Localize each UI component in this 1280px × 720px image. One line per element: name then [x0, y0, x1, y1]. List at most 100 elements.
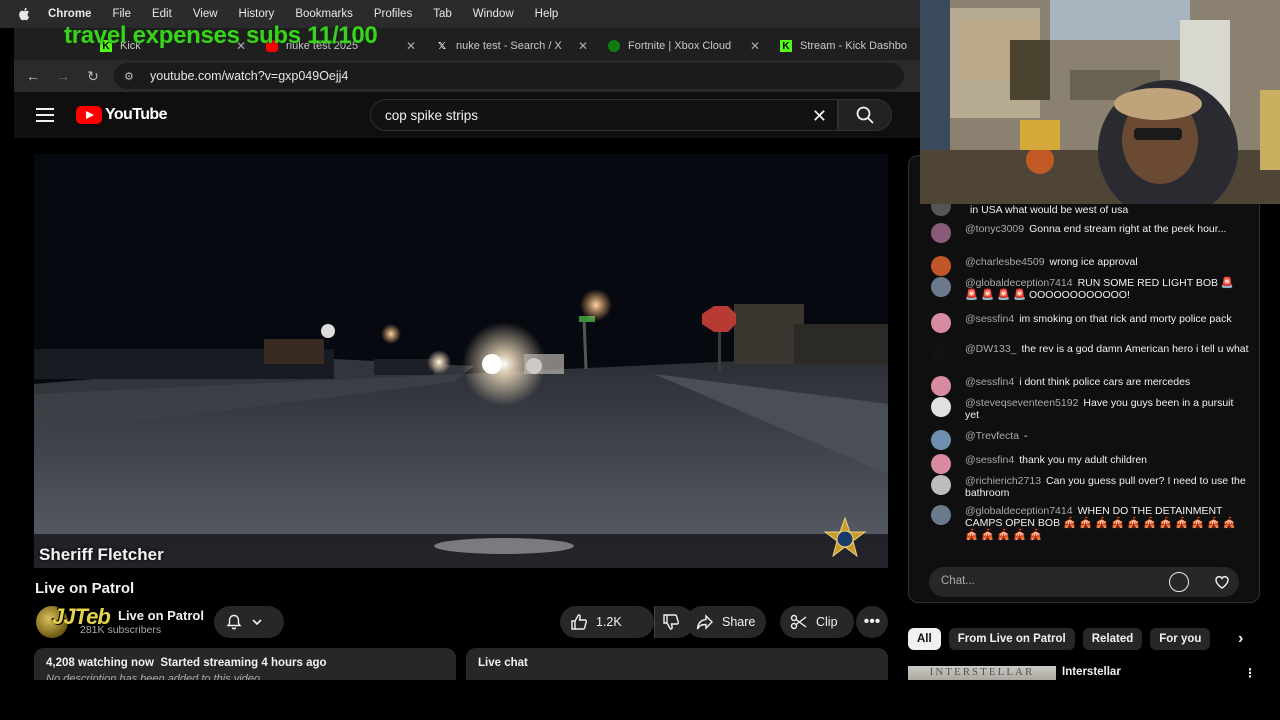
menu-profiles[interactable]: Profiles: [374, 8, 412, 20]
chat-avatar: [931, 475, 951, 495]
chat-author[interactable]: @globaldeception7414: [965, 505, 1073, 517]
chat-message: @globaldeception7414 RUN SOME RED LIGHT B…: [929, 277, 1249, 301]
chat-avatar: [931, 256, 951, 276]
chat-message: @sessfin4 im smoking on that rick and mor…: [929, 313, 1249, 333]
chat-text: Gonna end stream right at the peek hour.…: [1029, 223, 1227, 235]
tab-xbox-cloud[interactable]: Fortnite | Xbox Cloud ✕: [598, 32, 770, 60]
share-icon: [696, 614, 713, 630]
chat-avatar: [931, 313, 951, 333]
menu-bookmarks[interactable]: Bookmarks: [295, 8, 353, 20]
share-label: Share: [722, 615, 756, 629]
back-arrow-icon[interactable]: ←: [18, 68, 48, 84]
channel-row: JJTeb Live on Patrol 281K subscribers 1.…: [34, 604, 888, 640]
live-chat-label: Live chat: [478, 657, 528, 669]
chat-author[interactable]: @sessfin4: [965, 313, 1014, 325]
chat-message: @richierich2713 Can you guess pull over? …: [929, 475, 1249, 499]
chip-related[interactable]: Related: [1082, 628, 1143, 650]
search-input[interactable]: cop spike strips ✕: [370, 99, 838, 131]
streamer-webcam-scene: [920, 0, 1280, 204]
chat-text: the rev is a god damn American hero i te…: [1021, 343, 1249, 355]
close-icon[interactable]: ✕: [570, 39, 588, 53]
chat-message: @Trevfecta -: [929, 430, 1249, 450]
chat-avatar: [931, 223, 951, 243]
search-query: cop spike strips: [385, 107, 479, 123]
video-title: Live on Patrol: [35, 580, 135, 597]
notification-bell-button[interactable]: [214, 606, 284, 638]
emoji-icon[interactable]: [1169, 572, 1189, 592]
video-player[interactable]: Sheriff Fletcher: [34, 154, 888, 568]
bell-icon: [226, 614, 242, 630]
chat-text: in USA what would be west of usa: [970, 204, 1129, 216]
chat-author[interactable]: @sessfin4: [965, 454, 1014, 466]
menu-app-chrome[interactable]: Chrome: [48, 8, 91, 20]
tab-x-search[interactable]: 𝕏 nuke test - Search / X ✕: [426, 32, 598, 60]
chip-all[interactable]: All: [908, 628, 941, 650]
chat-avatar: [931, 397, 951, 417]
recommendation-thumbnail[interactable]: INTERSTELLAR: [908, 666, 1056, 680]
chat-message: @DW133_ the rev is a god damn American he…: [929, 343, 1249, 363]
chip-for-you[interactable]: For you: [1150, 628, 1211, 650]
chat-message: @sessfin4 thank you my adult children: [929, 454, 1249, 474]
more-vertical-icon[interactable]: ⋮: [1244, 666, 1256, 680]
chat-author[interactable]: @globaldeception7414: [965, 277, 1073, 289]
search-button[interactable]: [838, 99, 892, 131]
menu-edit[interactable]: Edit: [152, 8, 172, 20]
chat-author[interactable]: @richierich2713: [965, 475, 1041, 487]
menu-window[interactable]: Window: [473, 8, 514, 20]
reload-icon[interactable]: ↻: [78, 68, 108, 85]
tab-kick-dashboard[interactable]: K Stream - Kick Dashbo: [770, 32, 920, 60]
menu-history[interactable]: History: [239, 8, 275, 20]
menu-view[interactable]: View: [193, 8, 218, 20]
close-icon[interactable]: ✕: [742, 39, 760, 53]
chat-input[interactable]: Chat...: [929, 567, 1239, 597]
heart-button[interactable]: [1207, 567, 1237, 597]
menu-tab[interactable]: Tab: [433, 8, 452, 20]
webcam-overlay: [920, 0, 1280, 204]
youtube-logo-text: YouTube: [105, 106, 167, 123]
chat-avatar: [931, 430, 951, 450]
menu-icon[interactable]: [36, 104, 54, 126]
subscriber-count: 281K subscribers: [80, 624, 162, 636]
clip-label: Clip: [816, 615, 838, 629]
channel-name[interactable]: Live on Patrol: [118, 608, 204, 623]
chat-author[interactable]: @steveqseventeen5192: [965, 397, 1078, 409]
chat-text: wrong ice approval: [1049, 256, 1138, 268]
related-chips: All From Live on Patrol Related For you …: [908, 628, 1260, 650]
chat-author[interactable]: @sessfin4: [965, 376, 1014, 388]
tab-label: Stream - Kick Dashbo: [800, 40, 907, 52]
recommendation-item[interactable]: INTERSTELLAR Interstellar ⋮: [908, 664, 1260, 680]
recommendation-title[interactable]: Interstellar: [1062, 666, 1121, 678]
apple-icon[interactable]: [18, 7, 30, 21]
youtube-header: YouTube cop spike strips ✕: [14, 92, 920, 138]
address-bar: ← → ↻ ⚙ youtube.com/watch?v=gxp049Oejj4: [14, 60, 920, 92]
chat-avatar: [931, 343, 951, 363]
dashcam-night-scene: [34, 154, 888, 568]
url-field[interactable]: ⚙ youtube.com/watch?v=gxp049Oejj4: [114, 63, 904, 89]
chat-author[interactable]: @charlesbe4509: [965, 256, 1045, 268]
chip-from-channel[interactable]: From Live on Patrol: [948, 628, 1075, 650]
like-button[interactable]: 1.2K: [560, 606, 654, 638]
chat-message: in USA what would be west of usa: [929, 196, 1249, 216]
chat-avatar: [931, 454, 951, 474]
chat-author[interactable]: @Trevfecta: [965, 430, 1019, 442]
more-actions-button[interactable]: •••: [856, 606, 888, 638]
sheriff-star-badge-icon: [823, 516, 867, 558]
chevron-right-icon[interactable]: ›: [1238, 630, 1243, 648]
menu-help[interactable]: Help: [535, 8, 559, 20]
chat-author[interactable]: @tonyc3009: [965, 223, 1024, 235]
clip-button[interactable]: Clip: [780, 606, 854, 638]
youtube-play-icon: [76, 106, 102, 124]
chat-text: im smoking on that rick and morty police…: [1019, 313, 1232, 325]
youtube-logo[interactable]: YouTube: [76, 106, 167, 124]
chat-author[interactable]: @DW133_: [965, 343, 1017, 355]
xbox-icon: [608, 40, 620, 52]
forward-arrow-icon[interactable]: →: [48, 68, 78, 84]
menu-file[interactable]: File: [112, 8, 131, 20]
chat-text: i dont think police cars are mercedes: [1019, 376, 1191, 388]
close-icon[interactable]: ✕: [398, 39, 416, 53]
chat-avatar: [931, 376, 951, 396]
share-button[interactable]: Share: [686, 606, 766, 638]
desktop-background: [0, 680, 1280, 720]
clear-search-icon[interactable]: ✕: [812, 106, 827, 127]
site-settings-icon[interactable]: ⚙: [124, 70, 140, 83]
